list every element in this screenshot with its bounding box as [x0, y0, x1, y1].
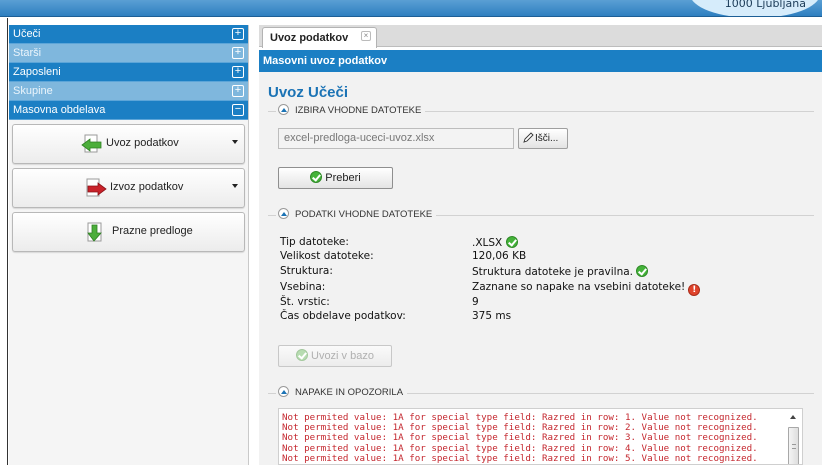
- export-data-button[interactable]: Izvoz podatkov: [12, 168, 245, 208]
- close-icon[interactable]: ×: [361, 31, 371, 41]
- tab-label: Uvoz podatkov: [270, 32, 349, 44]
- info-value-structure: Struktura datoteke je pravilna.: [472, 265, 651, 278]
- error-icon: !: [688, 284, 701, 296]
- chevron-down-icon[interactable]: [232, 140, 238, 144]
- sidebar-actions: Uvoz podatkov Izvoz podatkov Prazne pred…: [9, 120, 248, 252]
- sidebar-section-masovna-obdelava[interactable]: Masovna obdelava −: [9, 101, 248, 120]
- data-section-header[interactable]: PODATKI VHODNE DATOTEKE: [268, 207, 822, 223]
- tab-strip: Uvoz podatkov ×: [259, 25, 822, 48]
- collapse-icon[interactable]: [278, 208, 289, 219]
- top-banner: 1000 Ljubljana: [0, 0, 822, 17]
- section-legend[interactable]: PODATKI VHODNE DATOTEKE: [276, 207, 437, 223]
- info-value-size: 120,06 KB: [472, 250, 527, 262]
- read-button-label: Preberi: [325, 172, 361, 184]
- header-city: 1000 Ljubljana: [724, 0, 806, 10]
- sidebar-section-label: Učeči: [13, 28, 41, 40]
- section-legend[interactable]: IZBIRA VHODNE DATOTEKE: [276, 103, 426, 119]
- grip-icon: [792, 444, 796, 449]
- check-icon: [296, 349, 308, 361]
- arrow-down-green-icon: [87, 222, 102, 242]
- main-panel: Uvoz podatkov × Masovni uvoz podatkov Uv…: [259, 25, 822, 465]
- info-label-size: Velikost datoteke:: [280, 250, 374, 262]
- chevron-down-icon[interactable]: [232, 184, 238, 188]
- content-value: Zaznane so napake na vsebini datoteke!: [472, 281, 686, 293]
- info-label-rows: Št. vrstic:: [280, 296, 330, 308]
- tab-uvoz-podatkov[interactable]: Uvoz podatkov ×: [262, 27, 377, 48]
- info-value-rows: 9: [472, 296, 479, 308]
- section-label: PODATKI VHODNE DATOTEKE: [295, 209, 433, 220]
- expand-icon[interactable]: +: [232, 85, 244, 97]
- check-icon: [505, 236, 518, 248]
- sidebar-section-label: Zaposleni: [13, 66, 61, 78]
- info-value-content: Zaznane so napake na vsebini datoteke!!: [472, 281, 701, 296]
- left-border: [7, 18, 8, 465]
- action-label: Uvoz podatkov: [106, 137, 179, 149]
- file-path-input[interactable]: excel-predloga-uceci-uvoz.xlsx: [278, 128, 514, 149]
- browse-label: Išči...: [535, 133, 559, 144]
- check-icon: [636, 265, 649, 277]
- import-to-db-button[interactable]: Uvozi v bazo: [278, 345, 392, 367]
- pencil-icon: [523, 132, 534, 143]
- scroll-thumb[interactable]: [788, 427, 799, 464]
- scroll-up-icon[interactable]: [790, 415, 796, 419]
- sidebar-section-skupine[interactable]: Skupine +: [9, 82, 248, 101]
- sidebar-section-label: Starši: [13, 47, 42, 59]
- scrollbar[interactable]: [788, 413, 799, 464]
- info-label-content: Vsebina:: [280, 281, 326, 293]
- import-button-label: Uvozi v bazo: [311, 350, 374, 362]
- sidebar-section-uceci[interactable]: Učeči +: [9, 25, 248, 44]
- file-type-value: .XLSX: [472, 237, 503, 249]
- check-icon: [310, 171, 323, 183]
- read-button[interactable]: Preberi: [278, 167, 393, 189]
- arrow-right-red-icon: [86, 178, 107, 197]
- arrow-left-green-icon: [81, 134, 102, 153]
- error-line: Not permited value: 1A for special type …: [282, 452, 758, 464]
- expand-icon[interactable]: +: [232, 28, 244, 40]
- section-label: IZBIRA VHODNE DATOTEKE: [295, 105, 422, 116]
- action-label: Prazne predloge: [112, 225, 193, 237]
- empty-templates-button[interactable]: Prazne predloge: [12, 212, 245, 252]
- section-label: NAPAKE IN OPOZORILA: [295, 387, 404, 398]
- import-data-button[interactable]: Uvoz podatkov: [12, 124, 245, 164]
- info-label-time: Čas obdelave podatkov:: [280, 310, 406, 322]
- info-value-type: .XLSX: [472, 236, 521, 249]
- page-title: Uvoz Učeči: [268, 84, 349, 101]
- sidebar-section-starsi[interactable]: Starši +: [9, 44, 248, 63]
- browse-button[interactable]: Išči...: [518, 128, 568, 149]
- collapse-icon[interactable]: [278, 104, 289, 115]
- file-section-header[interactable]: IZBIRA VHODNE DATOTEKE: [268, 103, 822, 119]
- action-label: Izvoz podatkov: [110, 181, 184, 193]
- collapse-icon[interactable]: [278, 386, 289, 397]
- sidebar-section-label: Skupine: [13, 85, 53, 97]
- structure-value: Struktura datoteke je pravilna.: [472, 266, 634, 278]
- info-label-type: Tip datoteke:: [280, 236, 349, 248]
- info-label-structure: Struktura:: [280, 265, 333, 277]
- panel-title: Masovni uvoz podatkov: [259, 50, 822, 72]
- sidebar-section-label: Masovna obdelava: [13, 104, 106, 116]
- collapse-icon[interactable]: −: [232, 104, 244, 116]
- section-legend[interactable]: NAPAKE IN OPOZORILA: [276, 385, 408, 401]
- sidebar-section-zaposleni[interactable]: Zaposleni +: [9, 63, 248, 82]
- errors-log[interactable]: Not permited value: 1A for special type …: [278, 408, 803, 465]
- app-window: 1000 Ljubljana Učeči + Starši + Zaposlen…: [0, 0, 822, 465]
- errors-section-header[interactable]: NAPAKE IN OPOZORILA: [268, 385, 822, 401]
- expand-icon[interactable]: +: [232, 47, 244, 59]
- sidebar: Učeči + Starši + Zaposleni + Skupine + M…: [9, 25, 249, 465]
- expand-icon[interactable]: +: [232, 66, 244, 78]
- info-value-time: 375 ms: [472, 310, 512, 322]
